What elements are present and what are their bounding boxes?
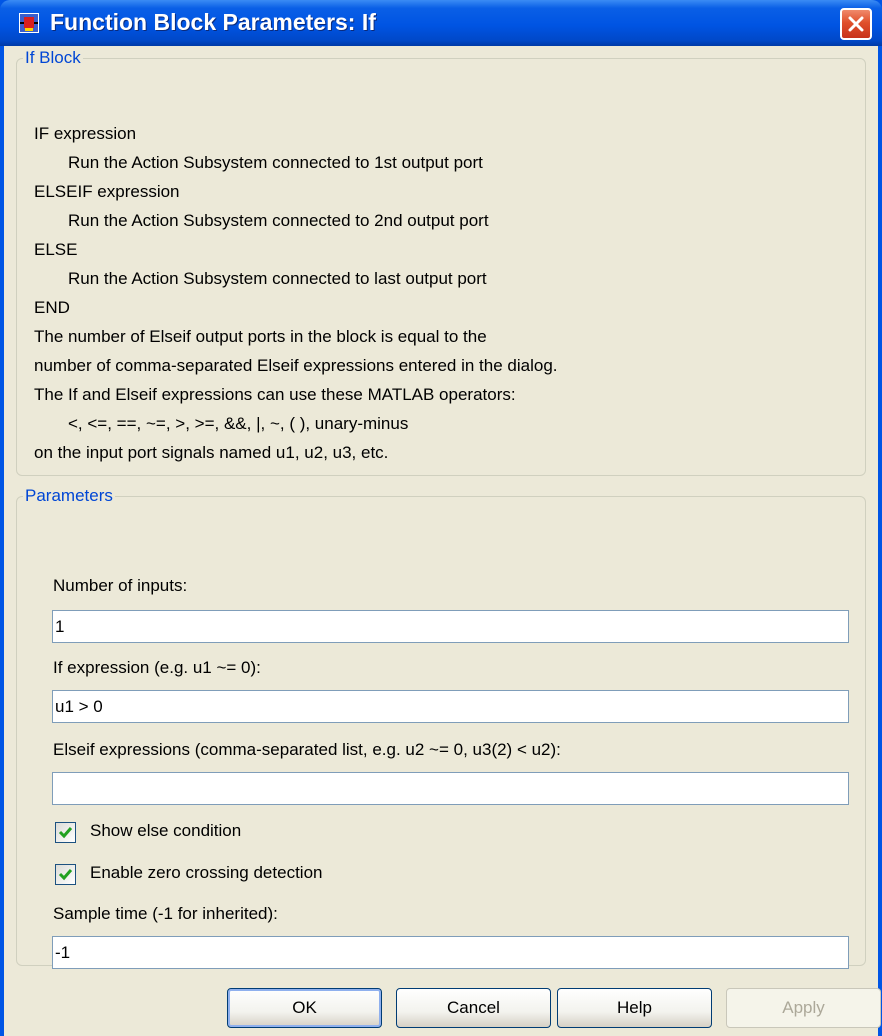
show-else-checkbox[interactable] (55, 822, 76, 843)
parameters-group-title: Parameters (25, 486, 113, 505)
description-line: <, <=, ==, ~=, >, >=, &&, |, ~, ( ), una… (68, 414, 409, 433)
description-line: END (34, 298, 70, 317)
close-icon (848, 16, 864, 32)
number-of-inputs-label: Number of inputs: (53, 576, 188, 595)
description-line: ELSE (34, 240, 78, 259)
dialog-window: Function Block Parameters: If If Block I… (0, 0, 882, 1036)
elseif-expressions-field[interactable] (52, 772, 849, 805)
cancel-button[interactable]: Cancel (396, 988, 551, 1028)
description-line: The If and Elseif expressions can use th… (34, 385, 516, 404)
close-button[interactable] (840, 8, 872, 40)
window-title: Function Block Parameters: If (50, 9, 376, 35)
description-line: The number of Elseif output ports in the… (34, 327, 487, 346)
ok-button[interactable]: OK (227, 988, 382, 1028)
if-expression-label: If expression (e.g. u1 ~= 0): (53, 658, 261, 677)
description-line: number of comma-separated Elseif express… (34, 356, 558, 375)
description-line: ELSEIF expression (34, 182, 180, 201)
zero-crossing-label[interactable]: Enable zero crossing detection (90, 863, 322, 883)
number-of-inputs-field[interactable] (52, 610, 849, 643)
parameters-group: Parameters (16, 486, 866, 966)
simulink-block-icon[interactable] (18, 12, 40, 34)
help-button[interactable]: Help (557, 988, 712, 1028)
apply-button[interactable]: Apply (726, 988, 881, 1028)
show-else-label[interactable]: Show else condition (90, 821, 241, 841)
description-line: Run the Action Subsystem connected to 1s… (68, 153, 483, 172)
description-line: IF expression (34, 124, 137, 143)
if-block-group-title: If Block (25, 48, 81, 67)
sample-time-label: Sample time (-1 for inherited): (53, 904, 278, 923)
if-block-group: If Block (16, 48, 866, 476)
description-line: on the input port signals named u1, u2, … (34, 443, 389, 462)
elseif-expressions-label: Elseif expressions (comma-separated list… (53, 740, 561, 759)
description-line: Run the Action Subsystem connected to 2n… (68, 211, 489, 230)
zero-crossing-checkbox[interactable] (55, 864, 76, 885)
checkmark-icon (58, 869, 73, 881)
checkmark-icon (58, 827, 73, 839)
description-line: Run the Action Subsystem connected to la… (68, 269, 487, 288)
title-bar[interactable]: Function Block Parameters: If (0, 0, 882, 46)
sample-time-field[interactable] (52, 936, 849, 969)
if-expression-field[interactable] (52, 690, 849, 723)
dialog-client-area: If Block IF expression Run the Action Su… (4, 46, 881, 1036)
